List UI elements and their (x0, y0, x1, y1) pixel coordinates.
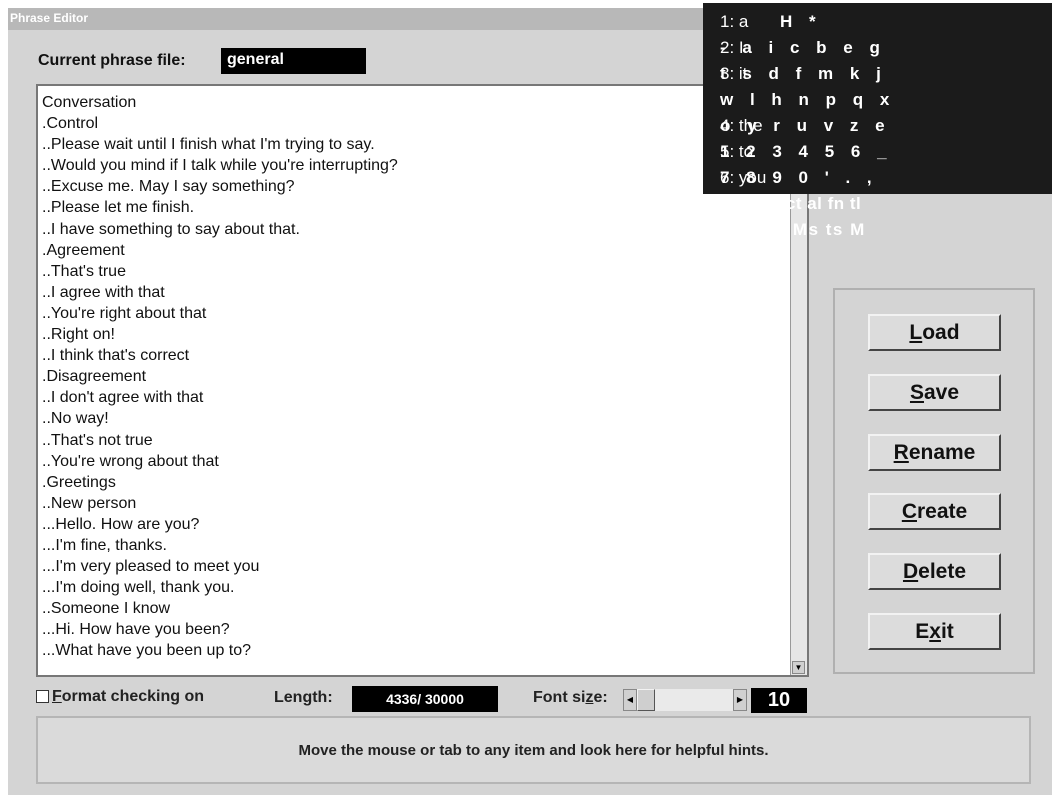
phrase-line[interactable]: ..You're wrong about that (42, 451, 398, 472)
delete-button[interactable]: Delete (868, 553, 1001, 590)
prediction-keyboard-overlay: 1: a 2: I 3: it 4: the 5: to 6: you H * … (703, 3, 1052, 239)
font-size-label: Font size: (533, 689, 608, 706)
save-button[interactable]: Save (868, 374, 1001, 411)
rename-button[interactable]: Rename (868, 434, 1001, 471)
keyboard-row[interactable]: 7 8 9 0 ' . , (720, 165, 895, 191)
phrase-line[interactable]: ..I think that's correct (42, 345, 398, 366)
phrase-line[interactable]: ...I'm very pleased to meet you (42, 556, 398, 577)
onscreen-keyboard-grid: H * - a i c b e g t s d f m k j w l h n … (720, 9, 895, 243)
phrase-line[interactable]: ..I agree with that (42, 282, 398, 303)
scroll-down-arrow-icon[interactable]: ▼ (792, 661, 805, 674)
format-checking-checkbox[interactable]: Format checking on (36, 688, 204, 706)
phrase-line[interactable]: ...Hi. How have you been? (42, 619, 398, 640)
exit-button[interactable]: Exit (868, 613, 1001, 650)
phrase-file-field[interactable]: general (221, 48, 366, 74)
phrase-list: Conversation .Control ..Please wait unti… (42, 92, 398, 662)
font-size-slider[interactable]: ◀ ▶ (623, 689, 747, 711)
keyboard-row[interactable]: > # T C Ms ts M (720, 217, 895, 243)
phrase-line[interactable]: Conversation (42, 92, 398, 113)
phrase-line[interactable]: ..Please let me finish. (42, 197, 398, 218)
length-label: Length: (274, 689, 333, 706)
load-button[interactable]: Load (868, 314, 1001, 351)
phrase-line[interactable]: ..Right on! (42, 324, 398, 345)
phrase-line[interactable]: .Disagreement (42, 366, 398, 387)
keyboard-row[interactable]: t s d f m k j (720, 61, 895, 87)
phrase-line[interactable]: ..That's true (42, 261, 398, 282)
file-actions-panel: Load Save Rename Create Delete Exit (833, 288, 1035, 674)
hint-bar: Move the mouse or tab to any item and lo… (36, 716, 1031, 784)
phrase-line[interactable]: .Control (42, 113, 398, 134)
phrase-text-editor[interactable]: Conversation .Control ..Please wait unti… (36, 84, 809, 677)
keyboard-row[interactable]: 1 2 3 4 5 6 _ (720, 139, 895, 165)
scroll-left-arrow-icon[interactable]: ◀ (623, 689, 637, 711)
phrase-line[interactable]: .Greetings (42, 472, 398, 493)
slider-thumb[interactable] (637, 689, 655, 711)
phrase-line[interactable]: ..Someone I know (42, 598, 398, 619)
phrase-line[interactable]: ..Excuse me. May I say something? (42, 176, 398, 197)
phrase-line[interactable]: ..No way! (42, 408, 398, 429)
keyboard-row[interactable]: - a i c b e g (720, 35, 895, 61)
phrase-line[interactable]: ...I'm doing well, thank you. (42, 577, 398, 598)
phrase-line[interactable]: ..Would you mind if I talk while you're … (42, 155, 398, 176)
keyboard-row[interactable]: < <wsh ct al fn tl (720, 191, 895, 217)
create-button[interactable]: Create (868, 493, 1001, 530)
phrase-line[interactable]: ...I'm fine, thanks. (42, 535, 398, 556)
phrase-line[interactable]: ..Please wait until I finish what I'm tr… (42, 134, 398, 155)
hint-text: Move the mouse or tab to any item and lo… (298, 742, 769, 759)
font-size-value: 10 (751, 688, 807, 713)
phrase-line[interactable]: ..You're right about that (42, 303, 398, 324)
phrase-line[interactable]: ..New person (42, 493, 398, 514)
length-value: 4336/ 30000 (352, 686, 498, 712)
phrase-file-label: Current phrase file: (38, 52, 186, 69)
phrase-line[interactable]: .Agreement (42, 240, 398, 261)
keyboard-row[interactable]: w l h n p q x (720, 87, 895, 113)
phrase-line[interactable]: ..I don't agree with that (42, 387, 398, 408)
phrase-line[interactable]: ..That's not true (42, 430, 398, 451)
window-title: Phrase Editor (10, 11, 89, 25)
phrase-line[interactable]: ...Hello. How are you? (42, 514, 398, 535)
phrase-line[interactable]: ..I have something to say about that. (42, 219, 398, 240)
phrase-line[interactable]: ...What have you been up to? (42, 640, 398, 661)
scroll-right-arrow-icon[interactable]: ▶ (733, 689, 747, 711)
checkbox-icon[interactable] (36, 690, 49, 704)
keyboard-row[interactable]: H * (720, 9, 895, 35)
keyboard-row[interactable]: o y r u v z e (720, 113, 895, 139)
